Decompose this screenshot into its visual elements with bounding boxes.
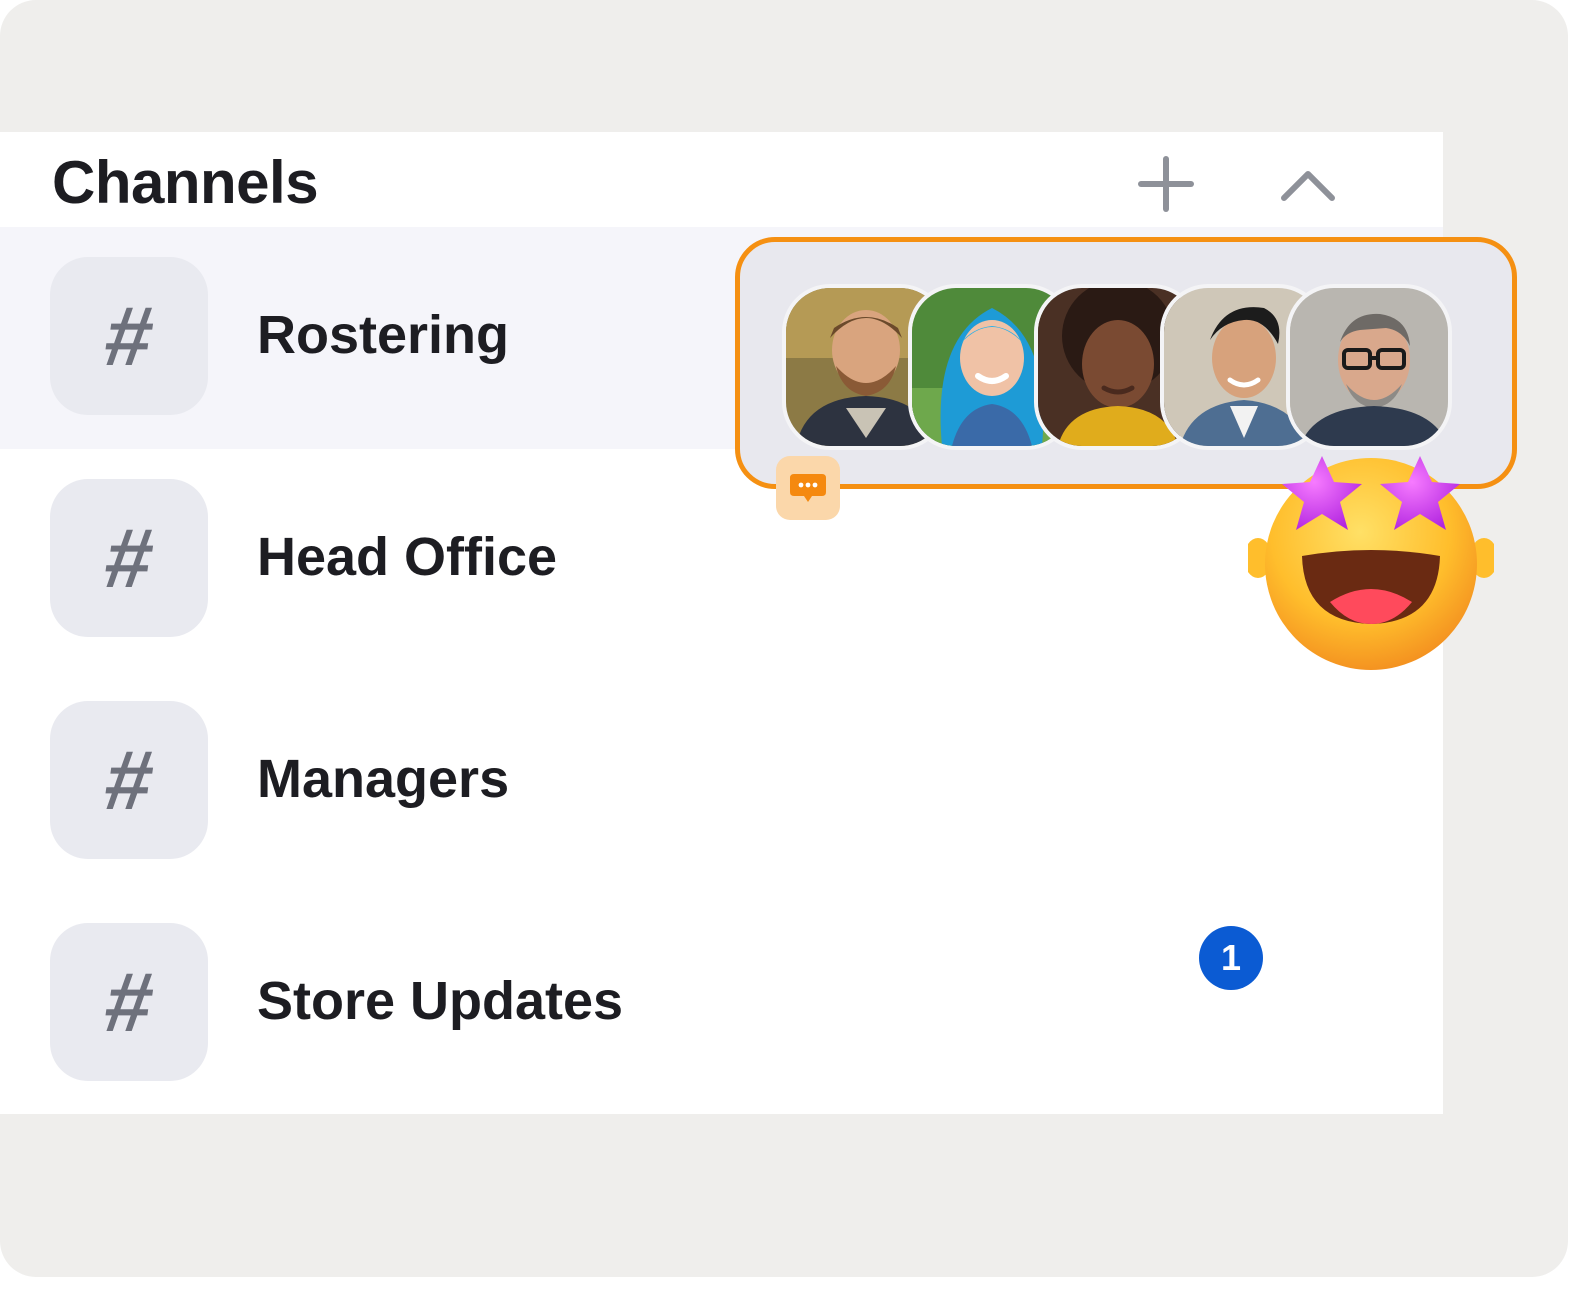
channels-header: Channels — [0, 132, 1443, 227]
star-struck-emoji-icon — [1244, 452, 1498, 674]
hash-icon: # — [50, 923, 208, 1081]
chat-bubble-icon[interactable] — [776, 456, 840, 520]
unread-badge: 1 — [1199, 926, 1263, 990]
channel-name: Head Office — [257, 527, 558, 587]
plus-icon — [1138, 156, 1194, 212]
channel-name: Rostering — [257, 305, 510, 365]
channel-name: Managers — [257, 749, 510, 809]
chevron-up-icon — [1281, 171, 1335, 201]
channel-item-managers[interactable]: # Managers — [0, 671, 1443, 893]
hash-icon: # — [50, 479, 208, 637]
channel-name: Store Updates — [257, 971, 624, 1031]
panel-title: Channels — [52, 149, 319, 216]
hash-icon: # — [50, 701, 208, 859]
collapse-channels-button[interactable] — [1276, 152, 1340, 216]
hash-icon: # — [50, 257, 208, 415]
add-channel-button[interactable] — [1134, 152, 1198, 216]
avatar[interactable] — [1286, 284, 1452, 450]
